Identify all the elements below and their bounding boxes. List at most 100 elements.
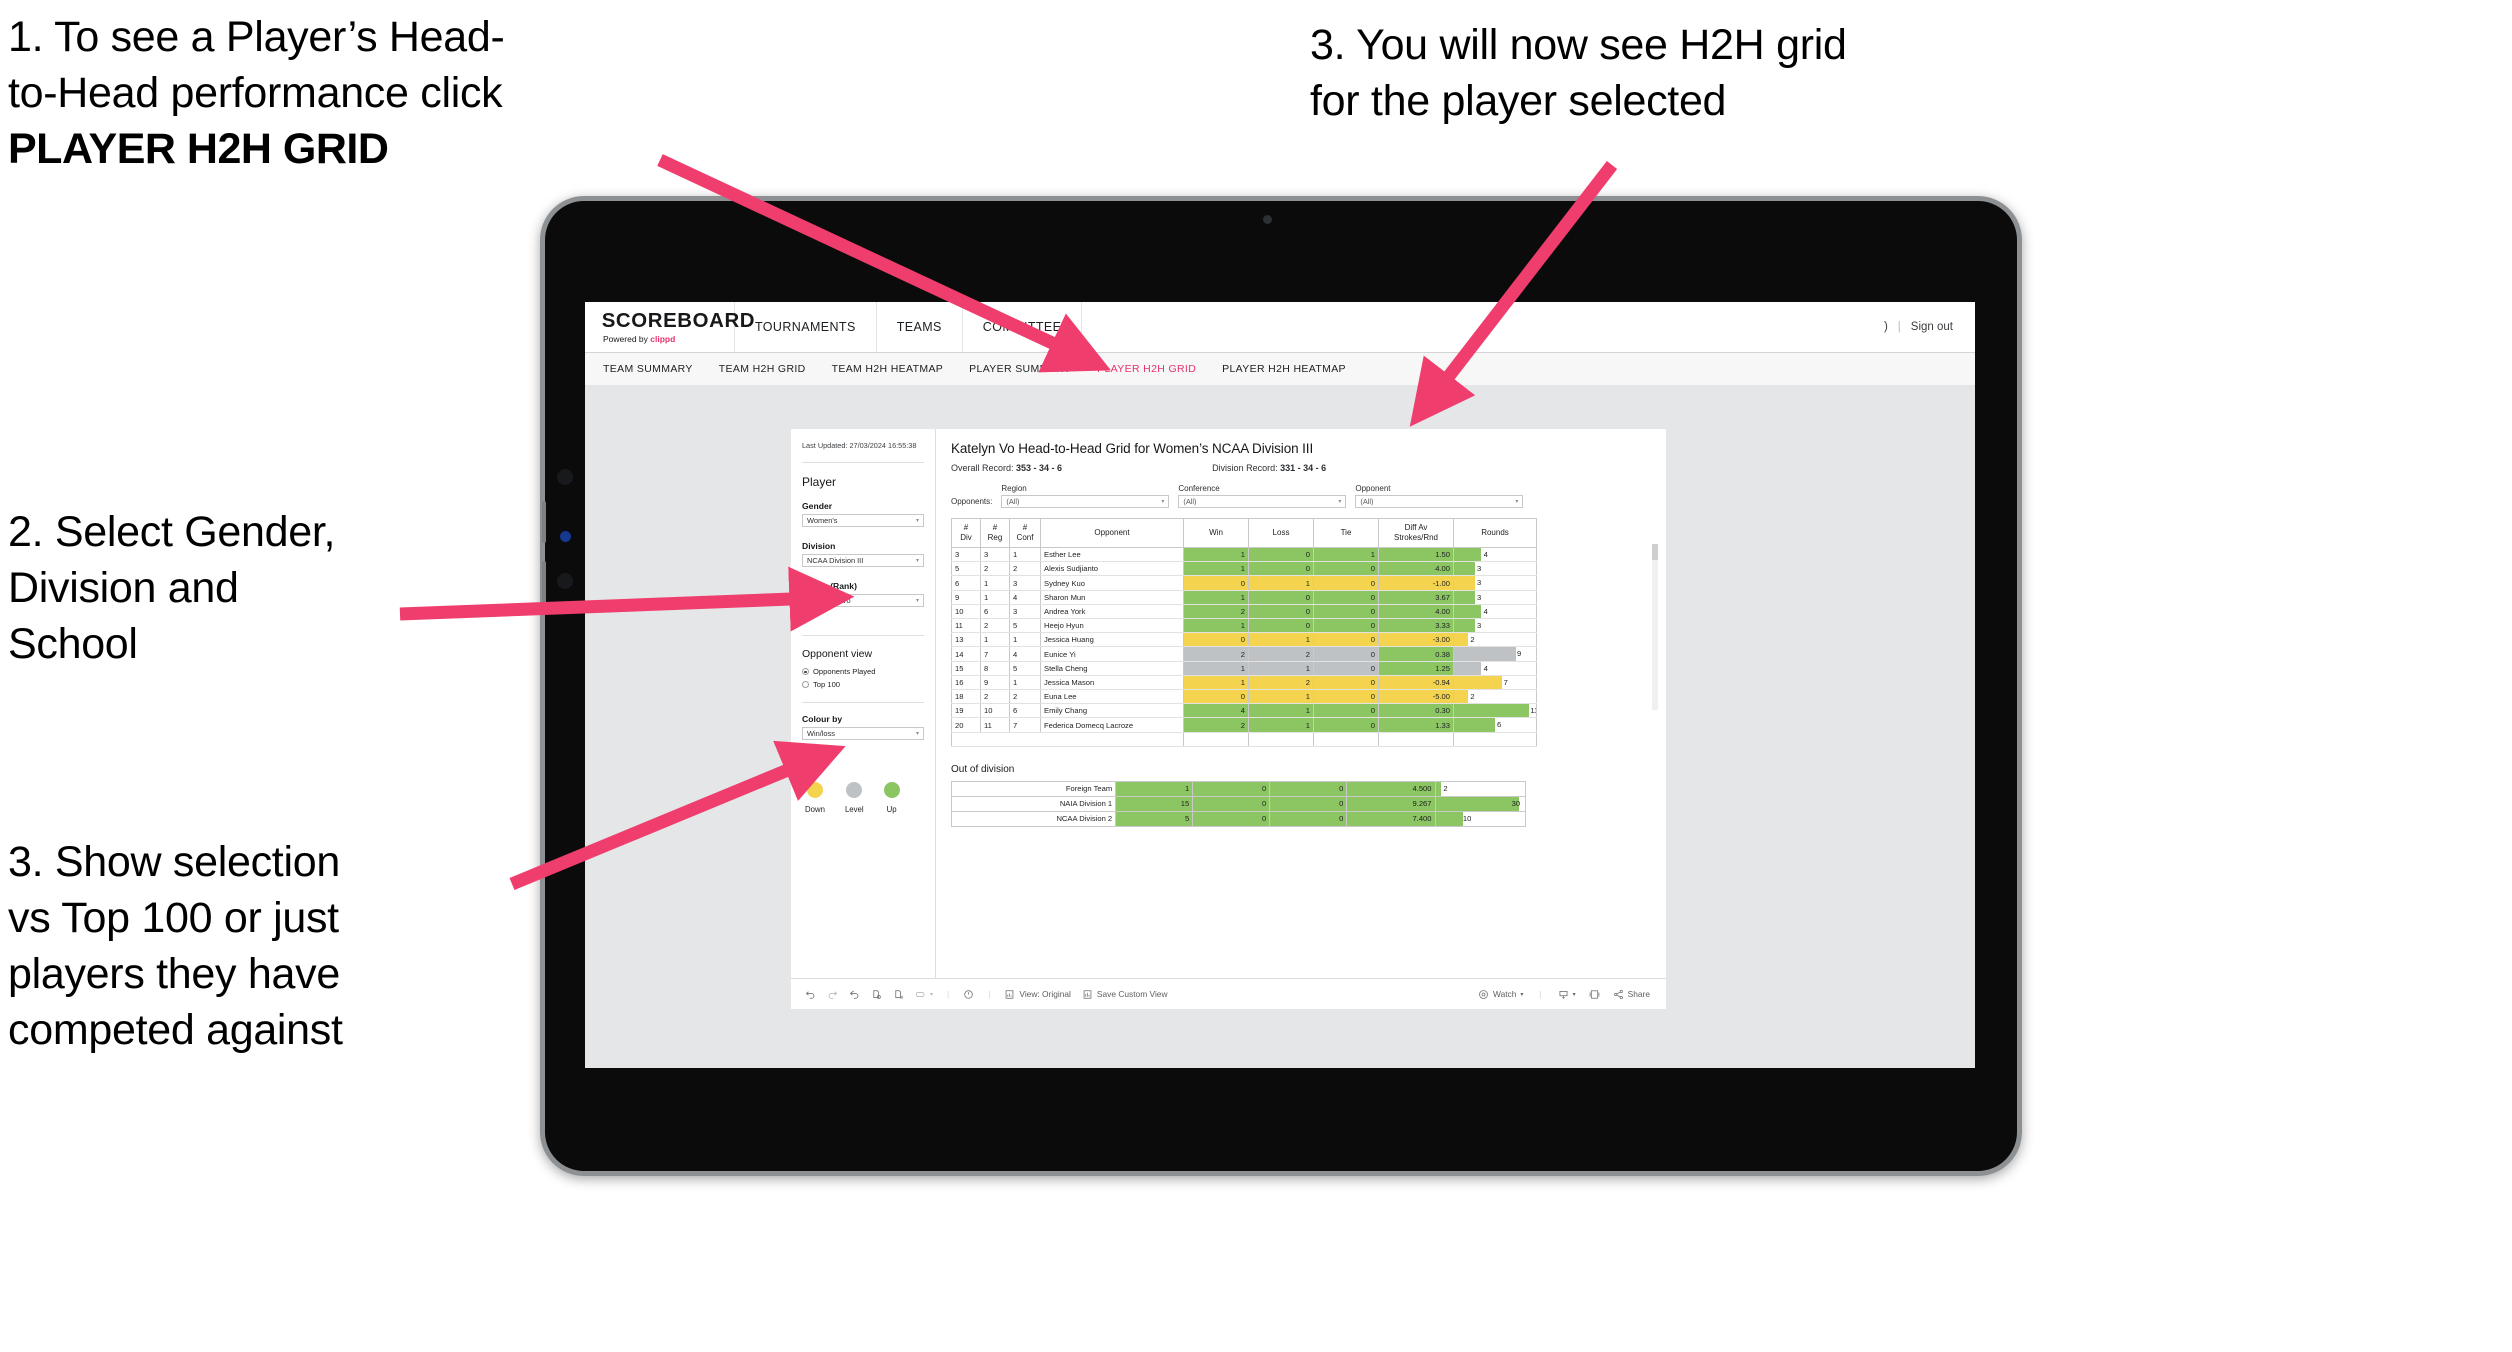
nav-committee[interactable]: COMMITTEE	[963, 302, 1083, 352]
cell-loss: 1	[1248, 661, 1314, 676]
cell-diff: -1.00	[1378, 575, 1454, 591]
cell-reg: 11	[980, 717, 1010, 733]
filter-opponent-label: Opponent	[1355, 484, 1391, 493]
share-label: Share	[1627, 989, 1650, 999]
division-record-label: Division Record:	[1212, 463, 1281, 473]
col-reg: # Reg	[980, 518, 1010, 548]
gender-value: Women's	[807, 516, 838, 526]
device-layout-icon[interactable]: ▾	[915, 989, 933, 1000]
sign-out-link[interactable]: Sign out	[1911, 321, 1953, 333]
table-row[interactable]: 15 8 5 Stella Cheng 1 1 0 1.25 4	[951, 661, 1537, 676]
table-row[interactable]: NAIA Division 1 15 0 0 9.267 30	[950, 795, 1527, 812]
nav-teams[interactable]: TEAMS	[877, 302, 963, 352]
legend-item-up: Up	[883, 782, 900, 815]
table-row[interactable]: Foreign Team 1 0 0 4.500 2	[950, 780, 1527, 797]
table-row[interactable]: 14 7 4 Eunice Yi 2 2 0 0.38 9	[951, 646, 1537, 662]
save-custom-view-button[interactable]: Save Custom View	[1082, 989, 1168, 1000]
colour-by-select[interactable]: Win/loss ▾	[802, 727, 924, 741]
subnav-item-player-summary[interactable]: PLAYER SUMMARY	[969, 363, 1071, 375]
toolbar-right-group: Watch ▾ | ▾ Share	[1478, 989, 1666, 1000]
table-row[interactable]: 9 1 4 Sharon Mun 1 0 0 3.67 3	[951, 590, 1537, 605]
radio-opponents-played[interactable]: Opponents Played	[802, 667, 924, 676]
table-row[interactable]: NCAA Division 2 5 0 0 7.400 10	[950, 810, 1527, 827]
table-header-row: # Div # Reg # Conf Opponent Win Loss Tie Di…	[951, 518, 1537, 548]
annotation-1: 1. To see a Player’s Head- to-Head perfo…	[8, 10, 738, 178]
cell-opponent: Jessica Mason	[1040, 675, 1184, 691]
refresh-data-icon[interactable]	[871, 989, 882, 1000]
brand-logo[interactable]: SCOREBOARD Powered by clippd	[585, 302, 756, 352]
table-row[interactable]: 6 1 3 Sydney Kuo 0 1 0 -1.00 3	[951, 575, 1537, 591]
table-row[interactable]: 19106Emily Chang4100.3011	[951, 703, 1537, 719]
pause-auto-updates-icon[interactable]	[963, 989, 974, 1000]
table-row[interactable]: 18 2 2 Euna Lee 0 1 0 -5.00 2	[951, 689, 1537, 705]
player-rank-select[interactable]: 8. Katelyn Vo ▾	[802, 594, 924, 608]
cell-loss: 0	[1248, 547, 1314, 563]
subnav-item-team-summary[interactable]: TEAM SUMMARY	[603, 363, 693, 375]
division-select[interactable]: NCAA Division III ▾	[802, 554, 924, 568]
brand-name: SCOREBOARD	[601, 309, 756, 332]
header-user-area: ) | Sign out	[1884, 302, 1975, 352]
annotation-3-line1: 2. Select Gender,	[8, 508, 336, 556]
cell-win: 4	[1183, 703, 1249, 719]
full-screen-button[interactable]	[1589, 989, 1600, 1000]
filter-opponent-select[interactable]: (All) ▾	[1355, 495, 1524, 508]
subnav-item-player-h2h-grid[interactable]: PLAYER H2H GRID	[1097, 363, 1196, 375]
cell-reg: 1	[980, 632, 1010, 648]
h2h-grid-table: # Div # Reg # Conf Opponent Win Loss Tie Di…	[951, 518, 1537, 747]
subnav-item-player-h2h-heatmap[interactable]: PLAYER H2H HEATMAP	[1222, 363, 1346, 375]
view-original-label: View: Original	[1019, 989, 1071, 999]
redo-icon[interactable]	[827, 989, 838, 1000]
revert-icon[interactable]	[849, 989, 860, 1000]
cell-rounds: 9	[1453, 646, 1537, 662]
filter-region-select[interactable]: (All) ▾	[1001, 495, 1170, 508]
cell-opponent: Eunice Yi	[1040, 646, 1184, 662]
cell-win: 1	[1183, 618, 1249, 634]
table-row[interactable]: 13 1 1 Jessica Huang 0 1 0 -3.00 2	[951, 632, 1537, 648]
table-row[interactable]: 20 11 7 Federica Domecq Lacroze 2 1 0 1.33 6	[951, 717, 1537, 733]
table-row[interactable]: 10 6 3 Andrea York 2 0 0 4.00 4	[951, 604, 1537, 620]
grid-scrollbar-thumb[interactable]	[1652, 544, 1658, 560]
pause-refresh-icon[interactable]	[893, 989, 904, 1000]
subnav-item-team-h2h-grid[interactable]: TEAM H2H GRID	[719, 363, 806, 375]
annotation-1-line2: to-Head performance click	[8, 68, 503, 117]
annotation-3: 2. Select Gender, Division and School	[8, 505, 478, 673]
sidebar-divider-2	[802, 635, 924, 637]
cell-loss: 1	[1248, 717, 1314, 733]
cell-diff: 1.50	[1378, 547, 1454, 563]
cell-rounds: 3	[1453, 575, 1537, 591]
overall-record: Overall Record: 353 - 34 - 6	[951, 463, 1062, 473]
nav-tournaments[interactable]: TOURNAMENTS	[735, 302, 877, 352]
watch-button[interactable]: Watch ▾	[1478, 989, 1523, 1000]
download-button[interactable]: ▾	[1558, 989, 1576, 1000]
cell-div: 11	[951, 618, 981, 634]
volume-up-button	[542, 501, 546, 543]
undo-icon[interactable]	[805, 989, 816, 1000]
toolbar-sep-2: |	[988, 989, 991, 999]
cell-reg: 2	[980, 618, 1010, 634]
cell-diff: 4.500	[1346, 780, 1436, 797]
filter-region: Region (All) ▾	[1001, 484, 1170, 508]
table-row[interactable]: 3 3 1 Esther Lee 1 0 1 1.50 4	[951, 547, 1537, 563]
subnav: TEAM SUMMARY TEAM H2H GRID TEAM H2H HEAT…	[585, 353, 1975, 386]
table-row[interactable]: 11 2 5 Heejo Hyun 1 0 0 3.33 3	[951, 618, 1537, 634]
legend-label-up: Up	[886, 805, 897, 815]
cell-div: 20	[951, 717, 981, 733]
table-row[interactable]: 16 9 1 Jessica Mason 1 2 0 -0.94 7	[951, 675, 1537, 691]
cell-diff: 4.00	[1378, 561, 1454, 577]
share-button[interactable]: Share	[1613, 989, 1650, 1000]
radio-top-100[interactable]: Top 100	[802, 680, 924, 689]
cell-div: 3	[951, 547, 981, 563]
cell-loss: 1	[1248, 703, 1314, 719]
filter-conference-select[interactable]: (All) ▾	[1178, 495, 1347, 508]
cell-loss: 0	[1248, 561, 1314, 577]
view-original-button[interactable]: View: Original	[1004, 989, 1071, 1000]
gender-select[interactable]: Women's ▾	[802, 514, 924, 528]
cell-win: 1	[1183, 561, 1249, 577]
cell-opponent: Esther Lee	[1040, 547, 1184, 563]
grid-scrollbar[interactable]	[1652, 544, 1658, 710]
subnav-item-team-h2h-heatmap[interactable]: TEAM H2H HEATMAP	[832, 363, 944, 375]
annotation-2-line2: for the player selected	[1310, 76, 1727, 125]
sidebar-divider-3	[802, 702, 924, 704]
table-row[interactable]: 5 2 2 Alexis Sudjianto 1 0 0 4.00 3	[951, 561, 1537, 577]
cell-conf: 5	[1009, 661, 1041, 676]
